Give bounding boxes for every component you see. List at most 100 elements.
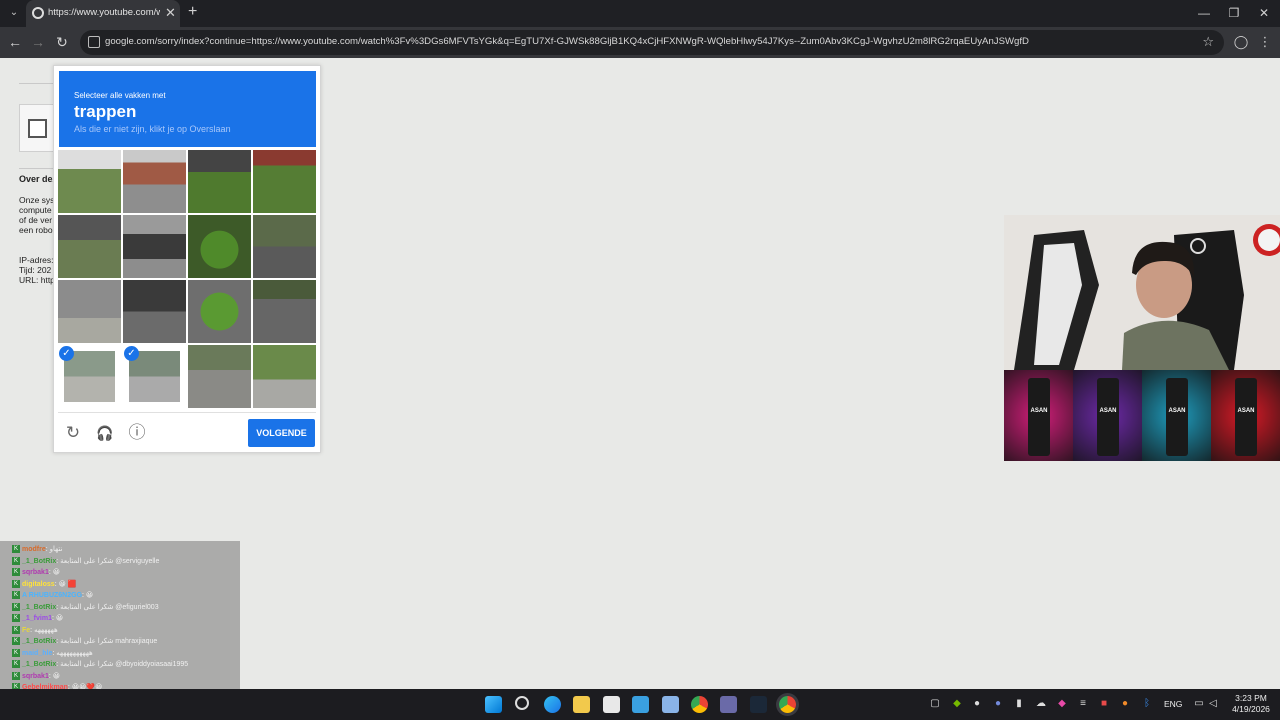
bookmark-star-icon[interactable]: ☆ (1202, 34, 1214, 50)
can-label: ASAN (1168, 408, 1186, 414)
maximize-icon[interactable]: ❐ (1224, 4, 1244, 22)
captcha-tile[interactable] (188, 345, 251, 408)
chat-text: شكرا على المتابعة @efiguriel003 (60, 603, 159, 611)
tray-icon[interactable]: ● (1118, 697, 1132, 711)
browser-tab[interactable]: https://www.youtube.com/watc ✕ (26, 0, 180, 27)
captcha-tile[interactable] (253, 345, 316, 408)
chat-username: A RHUBUZ6N2GG (22, 592, 83, 599)
system-clock[interactable]: 3:23 PM 4/19/2026 (1229, 693, 1273, 715)
chat-text: 😀 (52, 672, 61, 680)
captcha-tile[interactable] (123, 150, 186, 213)
energy-drink-can: ASAN (1097, 378, 1119, 456)
chat-message: K _1_BotRix: شكرا على المتابعة @serviguye… (12, 556, 160, 565)
chat-message: Kmaid_hle: ههههههههههه (12, 648, 93, 657)
reload-challenge-icon[interactable]: ↻ (63, 423, 83, 443)
profile-icon[interactable]: ◯ (1232, 33, 1250, 51)
url-text[interactable]: google.com/sorry/index?continue=https://… (105, 36, 1185, 47)
captcha-tile[interactable] (188, 150, 251, 213)
store-icon[interactable] (603, 696, 620, 713)
captcha-tile[interactable] (58, 280, 121, 343)
captcha-tile[interactable] (58, 150, 121, 213)
info-icon[interactable]: ⓘ (127, 423, 147, 443)
captcha-tile[interactable] (123, 280, 186, 343)
tray-icon[interactable]: ▮ (1012, 697, 1026, 711)
reload-icon[interactable]: ↻ (53, 33, 71, 51)
forward-icon[interactable]: → (29, 33, 47, 51)
chat-message: K Fe: ههههههه (12, 625, 58, 634)
tray-icon[interactable]: ◆ (1055, 697, 1069, 711)
next-button[interactable]: VOLGENDE (248, 419, 315, 447)
chrome-icon[interactable] (691, 696, 708, 713)
captcha-tile[interactable] (188, 280, 251, 343)
audio-challenge-icon[interactable]: 🎧 (95, 423, 115, 443)
captcha-challenge: Selecteer alle vakken met trappen Als di… (53, 65, 321, 453)
discord-icon[interactable]: ● (991, 697, 1005, 711)
captcha-tile[interactable]: ✓ (58, 345, 121, 408)
chat-text: ههههههههههه (56, 649, 93, 657)
chat-text: شكرا على المتابعة @dbyoiddyoiasaai1995 (60, 661, 189, 668)
app-icon[interactable] (662, 696, 679, 713)
webcam-overlay (1004, 215, 1280, 370)
back-icon[interactable]: ← (6, 33, 24, 51)
chat-message: Ksqrbak1: 😀 (12, 671, 61, 680)
platform-badge-icon: K (12, 591, 20, 600)
chat-message: K _1_BotRix: شكرا على المتابعة mahraxjiaq… (12, 637, 158, 646)
clock-date: 4/19/2026 (1232, 704, 1270, 714)
app-icon-2[interactable] (720, 696, 737, 713)
chat-username: Fe (22, 626, 31, 634)
chat-text: ههههههه (34, 626, 58, 634)
chat-username: digitaloss (22, 580, 55, 588)
steam-tray-icon[interactable]: ● (970, 697, 984, 711)
captcha-tile[interactable]: ✓ (123, 345, 186, 408)
chat-username: _1_fvim1 (22, 615, 52, 622)
file-explorer-icon[interactable] (573, 696, 590, 713)
platform-badge-icon: K (12, 648, 20, 657)
search-icon[interactable] (515, 696, 529, 710)
captcha-tile[interactable] (123, 215, 186, 278)
edge-icon[interactable] (544, 696, 561, 713)
minimize-icon[interactable]: — (1194, 4, 1214, 22)
platform-badge-icon: K (12, 556, 20, 565)
captcha-tile[interactable] (253, 215, 316, 278)
chat-username: _1_BotRix (22, 557, 57, 565)
tray-icon[interactable]: ■ (1097, 697, 1111, 711)
chat-username: sqrbak1 (22, 569, 49, 576)
photos-icon[interactable] (632, 696, 649, 713)
captcha-tile-image (58, 215, 121, 278)
tab-close-icon[interactable]: ✕ (165, 5, 176, 21)
captcha-tile[interactable] (188, 215, 251, 278)
nvidia-icon[interactable]: ◆ (950, 697, 964, 711)
captcha-tile-image (123, 150, 186, 213)
volume-icon[interactable]: ◁ (1206, 697, 1220, 711)
chat-text: 😀 (85, 592, 94, 599)
cloud-icon[interactable]: ☁ (1034, 697, 1048, 711)
window-close-icon[interactable]: ✕ (1254, 4, 1274, 22)
captcha-tile[interactable] (253, 150, 316, 213)
favicon-icon (32, 7, 44, 19)
streamer-camera-image (1004, 215, 1280, 370)
network-icon[interactable]: ▭ (1192, 697, 1206, 711)
language-indicator[interactable]: ENG (1164, 699, 1182, 709)
steam-icon[interactable] (750, 696, 767, 713)
captcha-tile[interactable] (58, 215, 121, 278)
captcha-tile-image (188, 150, 251, 213)
recaptcha-checkbox[interactable] (28, 119, 47, 138)
tab-search-dropdown-icon[interactable]: ⌄ (4, 4, 24, 22)
captcha-tile-image (253, 215, 316, 278)
tray-icon[interactable]: ▢ (928, 697, 942, 711)
captcha-tile[interactable] (253, 280, 316, 343)
bluetooth-icon[interactable]: ᛒ (1140, 697, 1154, 711)
energy-drink-ad: ASAN (1211, 370, 1280, 461)
new-tab-icon[interactable]: + (188, 3, 197, 21)
site-info-icon[interactable] (88, 36, 100, 48)
address-bar[interactable]: google.com/sorry/index?continue=https://… (80, 30, 1224, 55)
browser-menu-icon[interactable]: ⋮ (1256, 33, 1274, 51)
chrome-active-icon[interactable] (779, 696, 796, 713)
energy-drink-ad: ASAN (1073, 370, 1142, 461)
chat-message: Ksqrbak1: 😀 (12, 568, 61, 577)
start-icon[interactable] (485, 696, 502, 713)
energy-drink-ad: ASAN (1004, 370, 1073, 461)
tray-icon[interactable]: ≡ (1076, 697, 1090, 711)
platform-badge-icon: K (12, 602, 20, 611)
captcha-hint: Als die er niet zijn, klikt je op Oversl… (74, 124, 231, 134)
